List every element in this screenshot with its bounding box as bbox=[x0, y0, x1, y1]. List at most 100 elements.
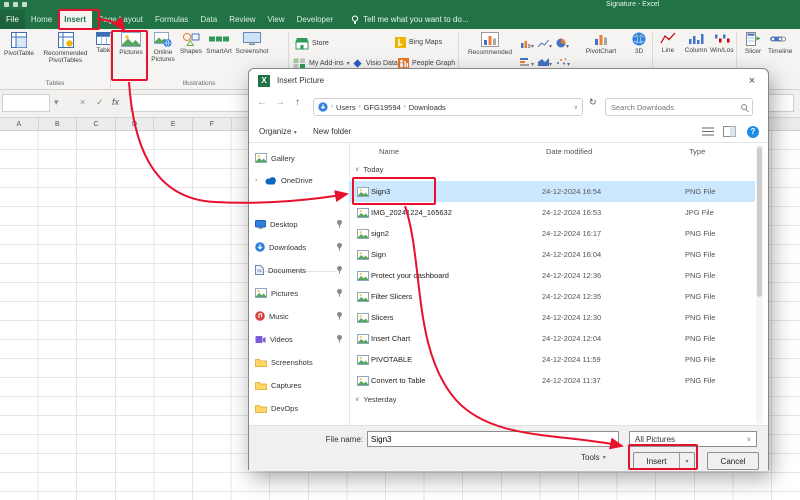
group-header-today[interactable]: ∨ Today bbox=[355, 165, 383, 174]
tab-view[interactable]: View bbox=[261, 10, 290, 29]
file-row-insert-chart[interactable]: Insert Chart 24-12-2024 12:04 PNG File bbox=[349, 328, 755, 349]
file-row-filter-slicers[interactable]: Filter Slicers 24-12-2024 12:35 PNG File bbox=[349, 286, 755, 307]
scrollbar-thumb[interactable] bbox=[757, 147, 762, 297]
breadcrumb-gfg19594[interactable]: GFG19594 bbox=[364, 103, 401, 112]
smartart-button[interactable]: SmartArt bbox=[204, 32, 234, 55]
cancel-entry-icon[interactable]: × bbox=[80, 97, 85, 107]
organize-button[interactable]: Organize ▾ bbox=[259, 121, 297, 144]
tab-file[interactable]: File bbox=[0, 10, 25, 29]
online-pictures-button[interactable]: Online Pictures bbox=[148, 32, 178, 63]
sidebar-item-onedrive[interactable]: › OneDrive bbox=[255, 171, 345, 189]
list-header-type[interactable]: Type bbox=[689, 147, 705, 156]
breadcrumb-separator: › bbox=[403, 104, 406, 110]
name-box-chevron-icon[interactable]: ▾ bbox=[54, 97, 59, 108]
recommended-pivottables-button[interactable]: Recommended PivotTables bbox=[38, 32, 93, 64]
column-header-e[interactable]: E bbox=[154, 118, 193, 130]
quick-access-redo-icon[interactable] bbox=[22, 2, 27, 7]
3d-map-button[interactable]: 3D bbox=[626, 32, 652, 55]
tab-home[interactable]: Home bbox=[25, 10, 58, 29]
column-header-c[interactable]: C bbox=[77, 118, 116, 130]
list-scrollbar[interactable] bbox=[756, 145, 763, 423]
breadcrumb-downloads[interactable]: Downloads bbox=[409, 103, 446, 112]
sidebar-item-gallery[interactable]: Gallery bbox=[255, 149, 345, 167]
file-row-sign2[interactable]: sign2 24-12-2024 16:17 PNG File bbox=[349, 223, 755, 244]
preview-pane-button[interactable] bbox=[723, 126, 736, 141]
file-row-convert-to-table[interactable]: Convert to Table 24-12-2024 11:37 PNG Fi… bbox=[349, 370, 755, 391]
recommended-charts-icon bbox=[481, 32, 499, 47]
back-button[interactable]: ← bbox=[257, 97, 267, 108]
line-sparkline-button[interactable]: Line bbox=[656, 32, 680, 54]
help-button[interactable]: ? bbox=[747, 126, 759, 138]
sidebar-item-desktop[interactable]: Desktop bbox=[255, 215, 345, 233]
column-sparkline-icon bbox=[689, 34, 704, 44]
insert-function-icon[interactable]: fx bbox=[112, 97, 119, 107]
quick-access-save-icon[interactable] bbox=[4, 2, 9, 7]
sidebar-item-screenshots[interactable]: Screenshots bbox=[255, 353, 345, 371]
address-chevron-icon[interactable]: ∨ bbox=[574, 104, 578, 111]
tab-data[interactable]: Data bbox=[194, 10, 223, 29]
name-box[interactable] bbox=[2, 94, 50, 112]
column-header-f[interactable]: F bbox=[193, 118, 232, 130]
chart-type-row-1: ▾ ▾ ▾ bbox=[520, 35, 569, 53]
new-folder-button[interactable]: New folder bbox=[313, 121, 351, 143]
pivottable-label: PivotTable bbox=[4, 50, 34, 57]
expander-chevron-icon[interactable]: › bbox=[255, 177, 260, 184]
tab-page-layout[interactable]: Page Layout bbox=[92, 10, 149, 29]
close-icon[interactable]: × bbox=[736, 69, 768, 93]
sidebar-item-devops[interactable]: DevOps bbox=[255, 399, 345, 417]
sidebar-item-downloads[interactable]: Downloads bbox=[255, 238, 345, 256]
group-header-yesterday[interactable]: ∨ Yesterday bbox=[355, 395, 397, 404]
screenshot-label: Screenshot bbox=[235, 48, 269, 55]
slicer-button[interactable]: Slicer bbox=[740, 32, 766, 55]
3d-map-label: 3D bbox=[634, 48, 644, 55]
list-header-date-modified[interactable]: Date modified bbox=[546, 147, 592, 156]
file-row-protect-your-dashboard[interactable]: Protect your dashboard 24-12-2024 12:36 … bbox=[349, 265, 755, 286]
sidebar-item-captures[interactable]: Captures bbox=[255, 376, 345, 394]
store-button[interactable]: Store bbox=[295, 37, 329, 50]
tools-button[interactable]: Tools ▾ bbox=[581, 453, 606, 462]
breadcrumb-users[interactable]: Users bbox=[336, 103, 356, 112]
tab-formulas[interactable]: Formulas bbox=[149, 10, 194, 29]
winloss-sparkline-button[interactable]: Win/Loss bbox=[710, 32, 734, 54]
search-box[interactable] bbox=[605, 98, 753, 116]
enter-entry-icon[interactable]: ✓ bbox=[96, 97, 104, 108]
recommended-charts-button[interactable]: Recommended bbox=[464, 32, 516, 56]
desktop-icon bbox=[255, 219, 266, 229]
timeline-button[interactable]: Timeline bbox=[768, 32, 800, 55]
tab-developer[interactable]: Developer bbox=[291, 10, 339, 29]
sidebar-item-videos[interactable]: Videos bbox=[255, 330, 345, 348]
sidebar-item-documents[interactable]: Documents bbox=[255, 261, 345, 279]
column-header-b[interactable]: B bbox=[39, 118, 78, 130]
column-header-a[interactable]: A bbox=[0, 118, 39, 130]
insert-line-chart-button[interactable]: ▾ bbox=[537, 35, 552, 53]
up-button[interactable]: ↑ bbox=[295, 97, 300, 108]
file-name-input[interactable] bbox=[367, 431, 619, 447]
address-bar[interactable]: › Users › GFG19594 › Downloads ∨ bbox=[313, 98, 583, 116]
pin-icon bbox=[337, 220, 342, 228]
insert-column-chart-button[interactable]: ▾ bbox=[520, 35, 534, 53]
column-sparkline-button[interactable]: Column bbox=[682, 32, 710, 54]
search-input[interactable] bbox=[611, 102, 741, 112]
quick-access-undo-icon[interactable] bbox=[13, 2, 18, 7]
forward-button[interactable]: → bbox=[275, 97, 285, 108]
sidebar-item-pictures[interactable]: Pictures bbox=[255, 284, 345, 302]
file-row-sign[interactable]: Sign 24-12-2024 16:04 PNG File bbox=[349, 244, 755, 265]
insert-pie-chart-button[interactable]: ▾ bbox=[556, 35, 569, 53]
view-options-button[interactable] bbox=[701, 126, 715, 141]
file-row-slicers[interactable]: Slicers 24-12-2024 12:30 PNG File bbox=[349, 307, 755, 328]
tab-review[interactable]: Review bbox=[223, 10, 261, 29]
refresh-icon[interactable]: ↻ bbox=[589, 97, 597, 108]
cancel-button[interactable]: Cancel bbox=[707, 452, 759, 470]
bing-maps-button[interactable]: Bing Maps bbox=[395, 37, 442, 48]
shapes-button[interactable]: Shapes bbox=[178, 32, 204, 55]
pivottable-button[interactable]: PivotTable bbox=[2, 32, 36, 57]
tell-me-box[interactable]: Tell me what you want to do... bbox=[351, 10, 469, 29]
pivottable-icon bbox=[11, 32, 27, 48]
file-row-pivotable[interactable]: PIVOTABLE 24-12-2024 11:59 PNG File bbox=[349, 349, 755, 370]
screenshot-button[interactable]: Screenshot bbox=[234, 32, 270, 55]
file-row-img-20241224[interactable]: IMG_20241224_165632 24-12-2024 16:53 JPG… bbox=[349, 202, 755, 223]
column-header-d[interactable]: D bbox=[116, 118, 155, 130]
sidebar-item-music[interactable]: Music bbox=[255, 307, 345, 325]
list-header-name[interactable]: Name bbox=[379, 147, 399, 156]
pivotchart-button[interactable]: PivotChart bbox=[580, 32, 622, 55]
